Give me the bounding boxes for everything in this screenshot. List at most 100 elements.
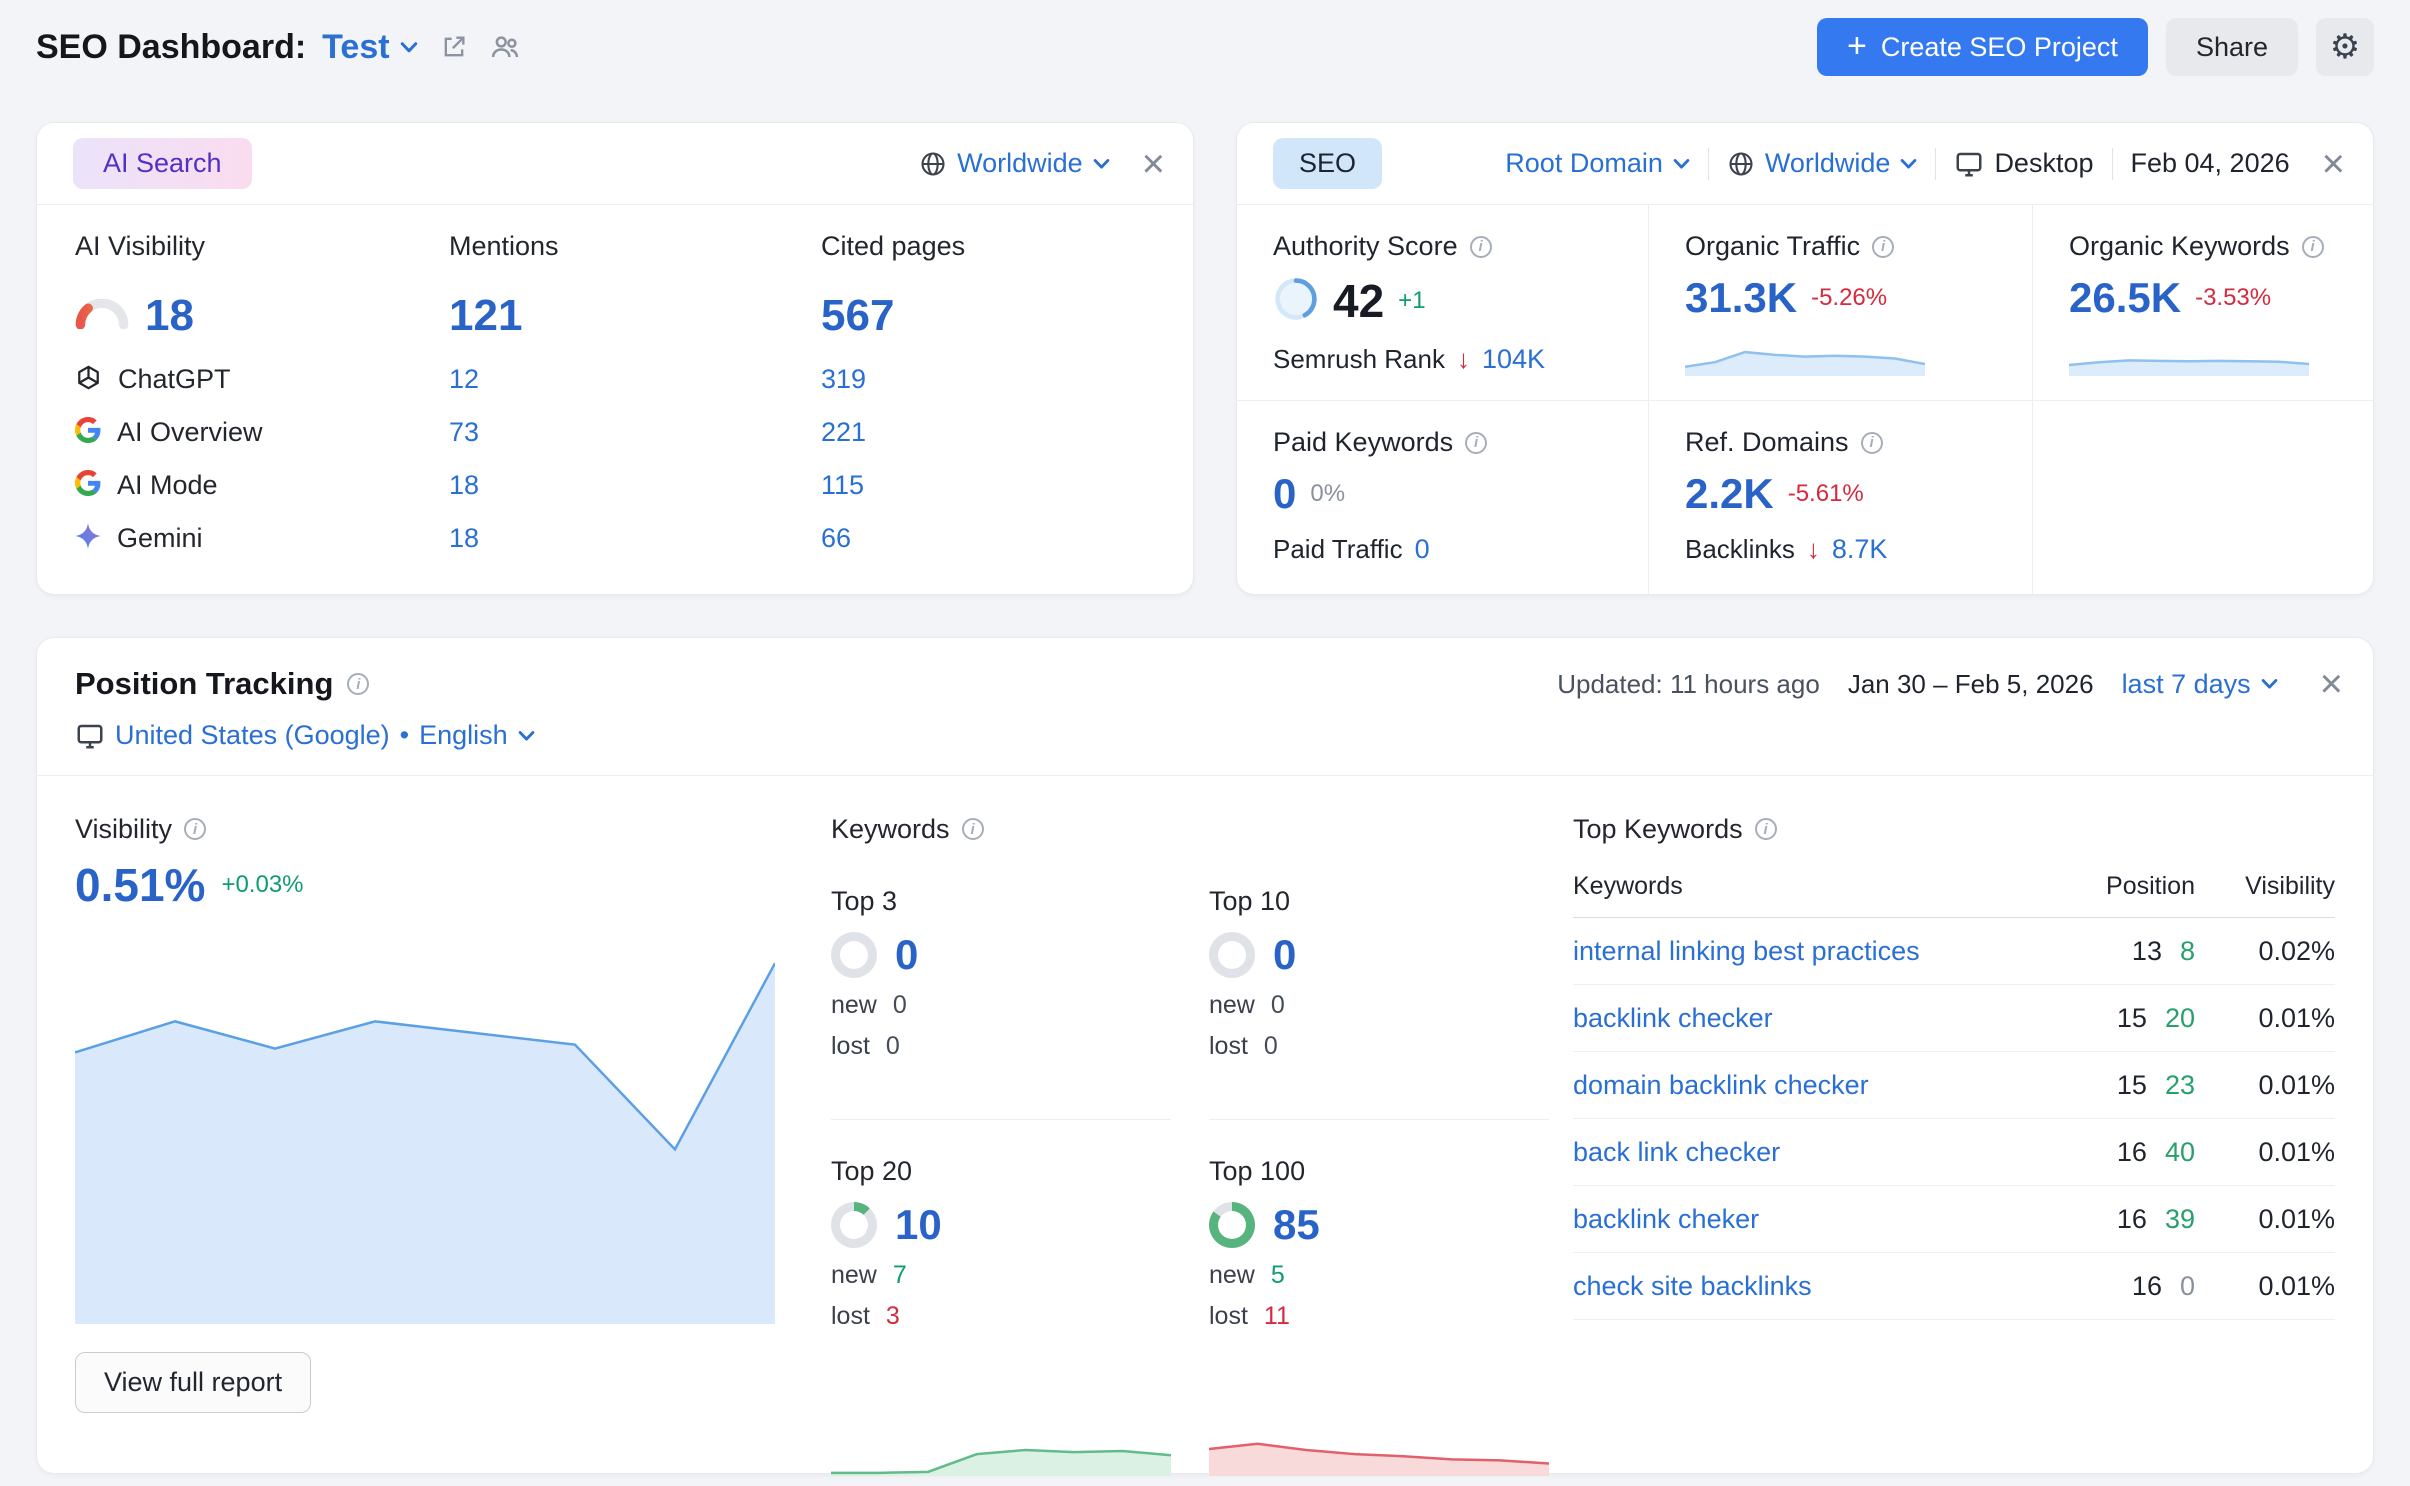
keyword-position: 16 xyxy=(2117,1137,2147,1168)
create-seo-project-button[interactable]: + Create SEO Project xyxy=(1817,18,2148,76)
ai-location-dropdown[interactable]: Worldwide xyxy=(919,148,1110,179)
divider xyxy=(1935,148,1936,180)
tab-ai-search[interactable]: AI Search xyxy=(73,138,252,189)
tracking-target-dropdown[interactable]: United States (Google) • English xyxy=(75,720,535,751)
ref-domains-delta: -5.61% xyxy=(1788,480,1864,508)
engine-name: AI Mode xyxy=(117,470,218,501)
keyword-link[interactable]: domain backlink checker xyxy=(1573,1070,2035,1101)
globe-icon xyxy=(1727,150,1755,178)
cited-pages-value[interactable]: 115 xyxy=(821,470,864,501)
info-icon[interactable]: i xyxy=(1861,432,1883,454)
close-icon[interactable]: × xyxy=(2320,664,2343,704)
mentions-value[interactable]: 73 xyxy=(449,417,479,448)
table-row: back link checker 16 40 0.01% xyxy=(1573,1119,2335,1186)
info-icon[interactable]: i xyxy=(2302,236,2324,258)
seo-dashboard-page: SEO Dashboard: Test + Create SEO Project… xyxy=(0,0,2410,1474)
ref-domains-value[interactable]: 2.2K xyxy=(1685,470,1774,518)
top20-sparkline xyxy=(831,1424,1171,1476)
column-header-position: Position xyxy=(2035,872,2195,901)
organic-traffic-value[interactable]: 31.3K xyxy=(1685,274,1797,322)
scope-label: Root Domain xyxy=(1505,148,1663,179)
visibility-value[interactable]: 0.51% xyxy=(75,858,205,912)
chatgpt-icon xyxy=(75,364,102,396)
table-row: backlink cheker 1639 0.01% xyxy=(1573,1186,2335,1253)
paid-traffic-value[interactable]: 0 xyxy=(1415,534,1430,565)
engine-name: AI Overview xyxy=(117,417,263,448)
share-button[interactable]: Share xyxy=(2166,18,2298,76)
visibility-section: Visibility i 0.51% +0.03% View full repo… xyxy=(75,806,831,1476)
dot-separator: • xyxy=(400,720,409,751)
keyword-visibility: 0.01% xyxy=(2195,1204,2335,1235)
bucket-lost-value: 3 xyxy=(886,1302,900,1331)
mentions-value[interactable]: 12 xyxy=(449,364,479,395)
authority-score-value: 42 xyxy=(1333,274,1384,328)
bucket-value[interactable]: 10 xyxy=(895,1201,942,1249)
table-row: internal linking best practices 13 8 0.02… xyxy=(1573,918,2335,985)
lost-label: lost xyxy=(831,1032,870,1061)
cited-pages-value[interactable]: 319 xyxy=(821,364,866,395)
info-icon[interactable]: i xyxy=(184,818,206,840)
users-icon[interactable] xyxy=(490,32,520,62)
keyword-link[interactable]: backlink checker xyxy=(1573,1003,2035,1034)
external-link-icon[interactable] xyxy=(440,33,468,61)
mentions-value[interactable]: 18 xyxy=(449,523,479,554)
mentions-total[interactable]: 121 xyxy=(449,291,522,341)
project-selector[interactable]: Test xyxy=(322,28,417,67)
info-icon[interactable]: i xyxy=(1465,432,1487,454)
cited-pages-value[interactable]: 66 xyxy=(821,523,851,554)
info-icon[interactable]: i xyxy=(1872,236,1894,258)
view-full-report-button[interactable]: View full report xyxy=(75,1352,311,1413)
keyword-link[interactable]: back link checker xyxy=(1573,1137,2035,1168)
cited-pages-value[interactable]: 221 xyxy=(821,417,866,448)
seo-location-dropdown[interactable]: Worldwide xyxy=(1727,148,1918,179)
down-arrow-icon: ↓ xyxy=(1457,344,1470,375)
bucket-value[interactable]: 85 xyxy=(1273,1201,1320,1249)
keyword-diff: 20 xyxy=(2165,1003,2195,1034)
keyword-link[interactable]: backlink cheker xyxy=(1573,1204,2035,1235)
gear-icon: ⚙ xyxy=(2330,30,2360,64)
device-label: Desktop xyxy=(1994,148,2093,179)
top20-bucket: Top 20 10 new7 lost3 xyxy=(831,1120,1171,1476)
keyword-diff: 8 xyxy=(2180,936,2195,967)
paid-keywords-label: Paid Keywords xyxy=(1273,427,1453,458)
close-icon[interactable]: × xyxy=(2322,144,2345,184)
keyword-diff: 40 xyxy=(2165,1137,2195,1168)
organic-keywords-value[interactable]: 26.5K xyxy=(2069,274,2181,322)
ai-visibility-header: AI Visibility xyxy=(75,231,449,279)
scope-dropdown[interactable]: Root Domain xyxy=(1505,148,1690,179)
keyword-link[interactable]: check site backlinks xyxy=(1573,1271,2035,1302)
top-keywords-title: Top Keywords xyxy=(1573,814,1743,845)
info-icon[interactable]: i xyxy=(347,673,369,695)
info-icon[interactable]: i xyxy=(1470,236,1492,258)
close-icon[interactable]: × xyxy=(1142,144,1165,184)
top20-donut xyxy=(831,1202,877,1248)
keyword-visibility: 0.02% xyxy=(2195,936,2335,967)
updated-status: Updated: 11 hours ago xyxy=(1557,669,1820,700)
cited-pages-total[interactable]: 567 xyxy=(821,291,894,341)
ai-visibility-value[interactable]: 18 xyxy=(145,291,194,341)
info-icon[interactable]: i xyxy=(962,818,984,840)
keyword-visibility: 0.01% xyxy=(2195,1137,2335,1168)
info-icon[interactable]: i xyxy=(1755,818,1777,840)
report-date: Feb 04, 2026 xyxy=(2131,148,2290,179)
backlinks-value[interactable]: 8.7K xyxy=(1832,534,1888,565)
settings-button[interactable]: ⚙ xyxy=(2316,18,2374,76)
bucket-value[interactable]: 0 xyxy=(895,931,918,979)
authority-score-metric: Authority Score i 42 +1 xyxy=(1237,205,1649,401)
bucket-value[interactable]: 0 xyxy=(1273,931,1296,979)
semrush-rank-value[interactable]: 104K xyxy=(1482,344,1545,375)
desktop-icon xyxy=(1954,149,1984,179)
keyword-visibility: 0.01% xyxy=(2195,1271,2335,1302)
chevron-down-icon xyxy=(1900,158,1917,170)
period-dropdown[interactable]: last 7 days xyxy=(2122,669,2278,700)
period-label: last 7 days xyxy=(2122,669,2251,700)
paid-keywords-value[interactable]: 0 xyxy=(1273,470,1296,518)
keyword-link[interactable]: internal linking best practices xyxy=(1573,936,2035,967)
keyword-position: 13 xyxy=(2132,936,2162,967)
paid-traffic-label: Paid Traffic xyxy=(1273,534,1403,565)
tab-seo[interactable]: SEO xyxy=(1273,138,1382,189)
new-label: new xyxy=(1209,991,1255,1020)
paid-keywords-delta: 0% xyxy=(1310,480,1345,508)
mentions-value[interactable]: 18 xyxy=(449,470,479,501)
engine-name: Gemini xyxy=(117,523,203,554)
